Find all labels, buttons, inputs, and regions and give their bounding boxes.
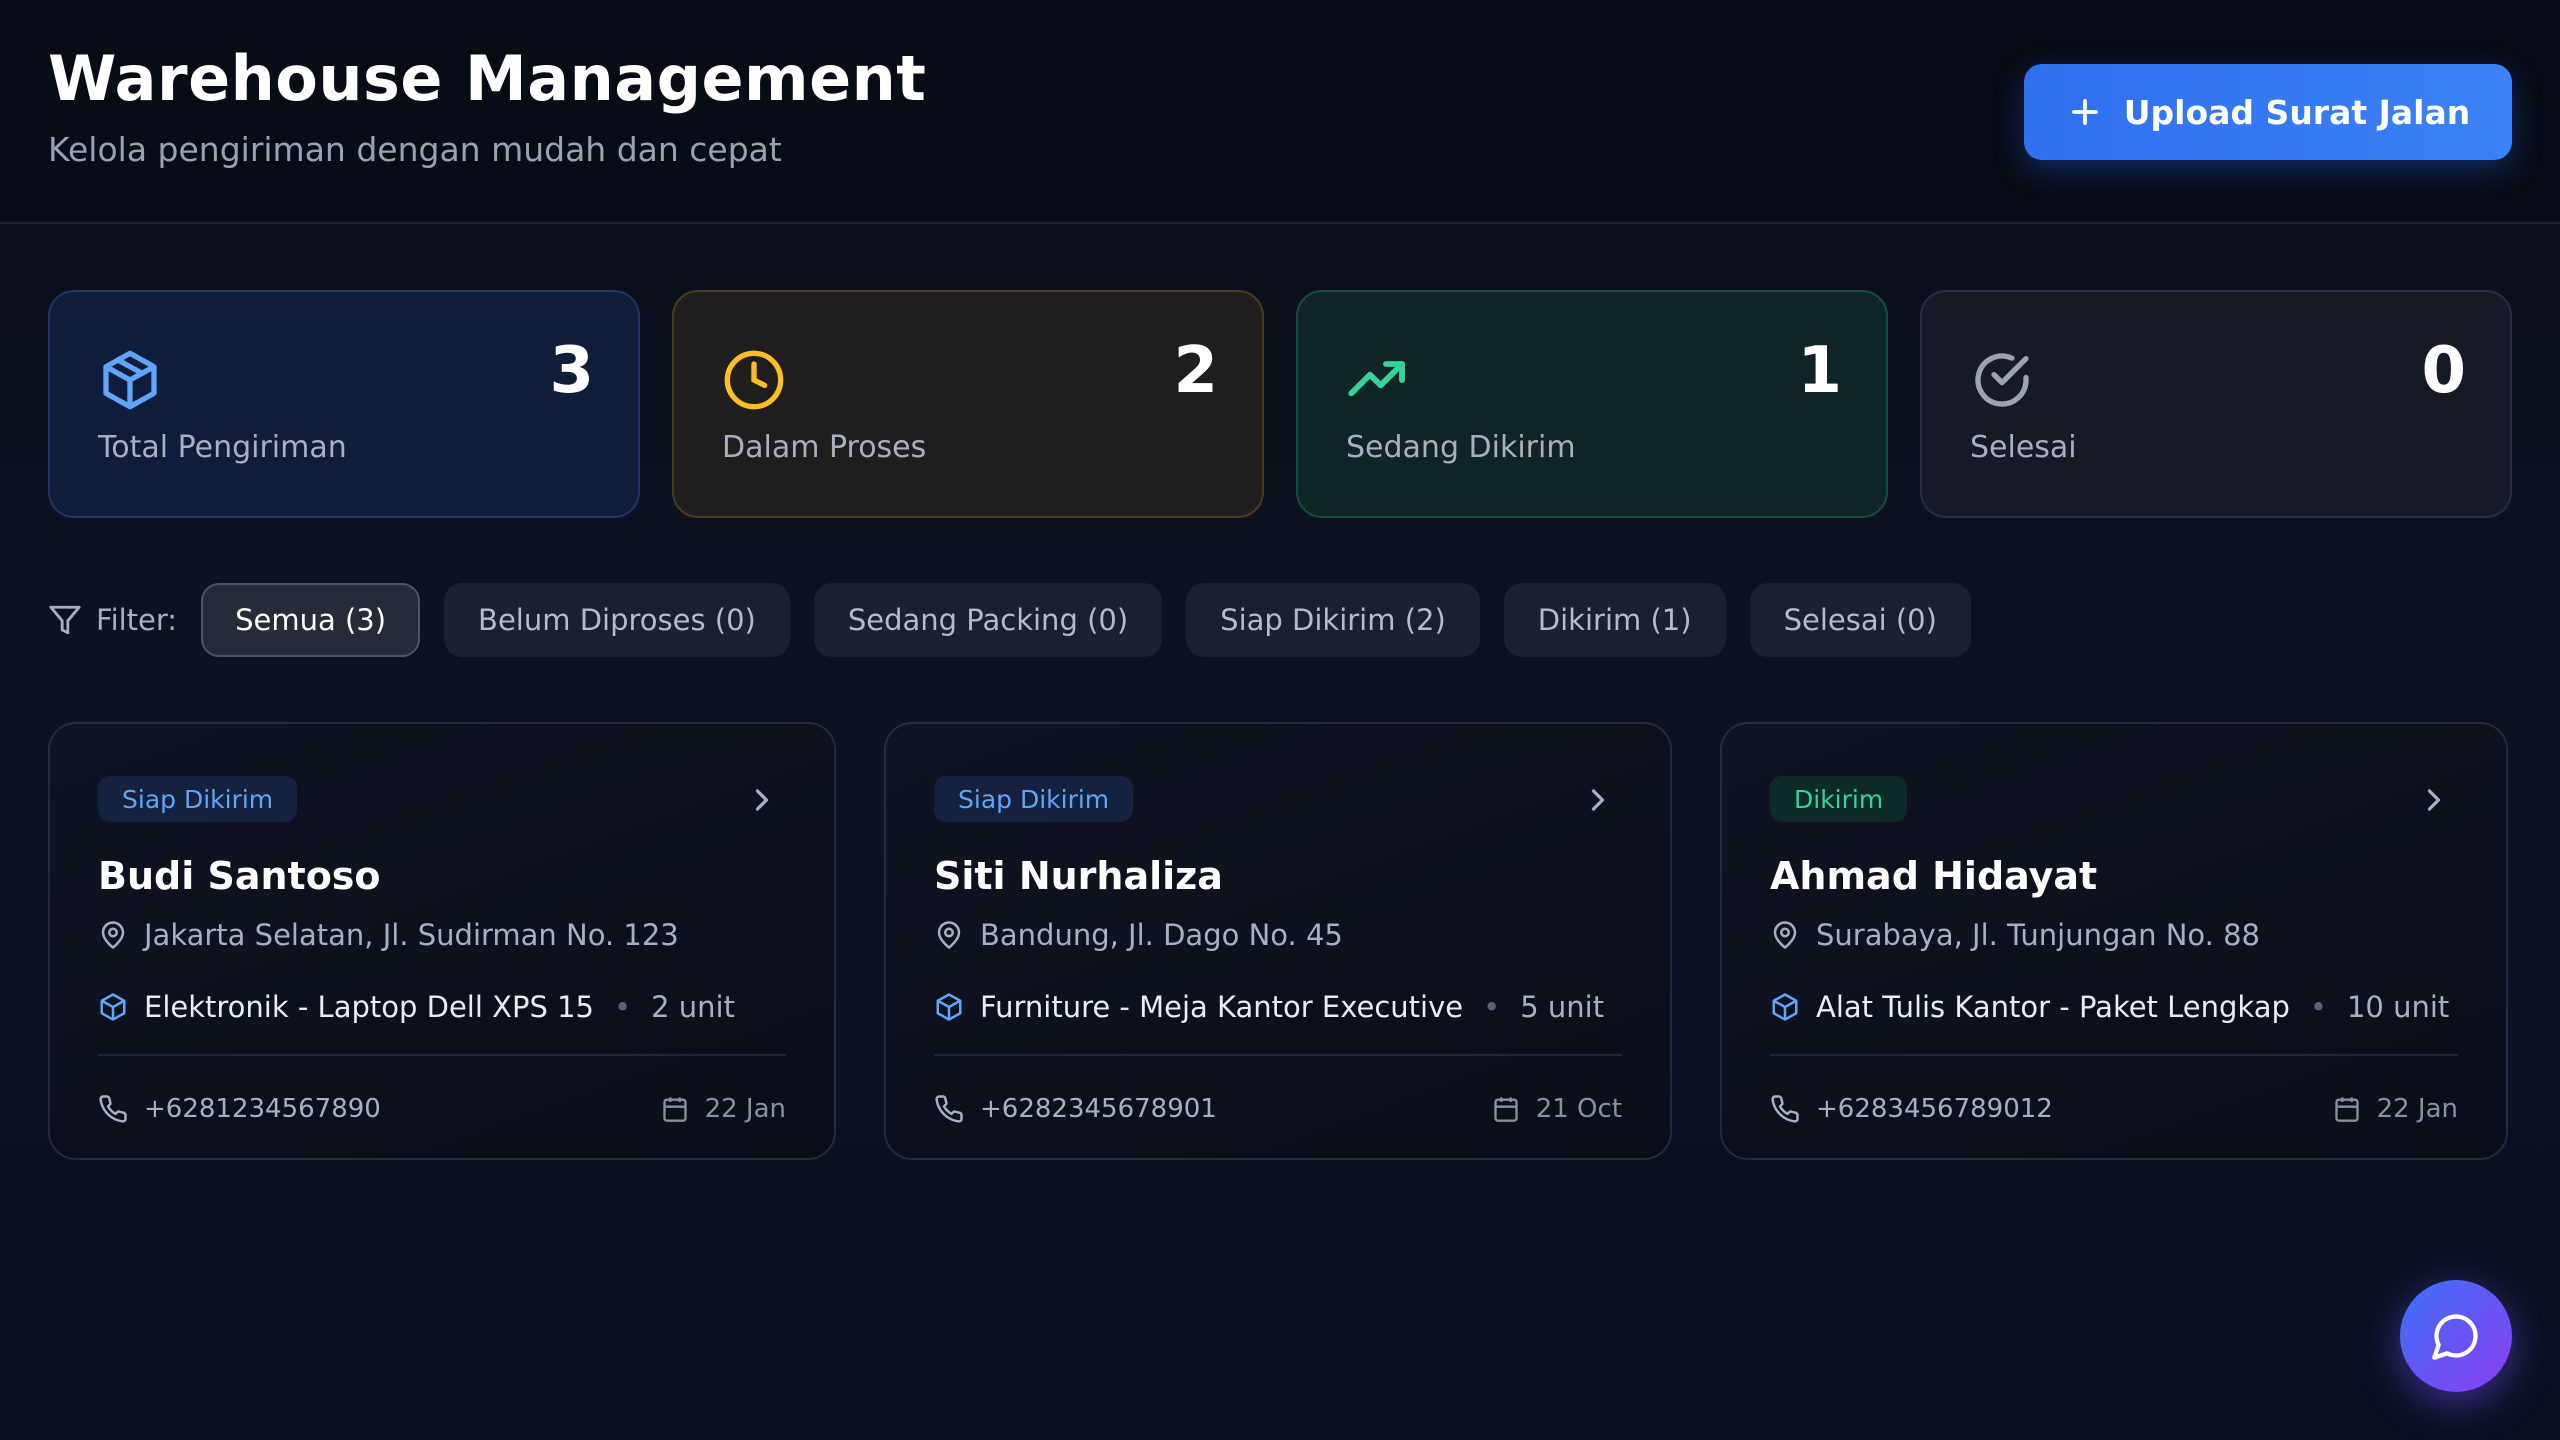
page-header: Warehouse Management Kelola pengiriman d…	[0, 0, 2560, 224]
item-name: Alat Tulis Kantor - Paket Lengkap	[1816, 990, 2290, 1024]
chevron-right-icon[interactable]	[2416, 782, 2452, 818]
stat-value: 2	[1173, 334, 1218, 408]
divider	[934, 1054, 1622, 1056]
address-text: Bandung, Jl. Dago No. 45	[980, 918, 1343, 952]
item-name: Furniture - Meja Kantor Executive	[980, 990, 1464, 1024]
chat-bubble-icon	[2432, 1314, 2478, 1360]
map-pin-icon	[1773, 921, 1797, 950]
filter-bar: Filter: Semua (3) Belum Diproses (0) Sed…	[48, 582, 1995, 658]
date-text: 21 Oct	[1535, 1094, 1622, 1124]
date-text: 22 Jan	[2376, 1094, 2458, 1124]
filter-label: Filter:	[48, 603, 177, 637]
stat-label: Sedang Dikirim	[1346, 430, 1576, 465]
item-name: Elektronik - Laptop Dell XPS 15	[144, 990, 595, 1024]
chat-button[interactable]	[2400, 1280, 2512, 1392]
status-badge: Dikirim	[1770, 776, 1908, 822]
phone-icon	[935, 1095, 963, 1123]
trending-up-icon	[1348, 361, 1405, 397]
package-icon	[103, 350, 157, 410]
filter-chip-selesai[interactable]: Selesai (0)	[1749, 583, 1971, 657]
stat-card-selesai: 0 Selesai	[1920, 290, 2512, 518]
chevron-right-icon[interactable]	[744, 782, 780, 818]
package-icon	[1772, 993, 1798, 1021]
shipment-card[interactable]: Siap Dikirim Budi Santoso Jakarta Selata…	[48, 722, 836, 1160]
upload-surat-jalan-button[interactable]: Upload Surat Jalan	[2024, 64, 2512, 160]
item-row: Furniture - Meja Kantor Executive • 5 un…	[934, 990, 1604, 1024]
page-title: Warehouse Management	[48, 42, 927, 115]
filter-chip-siap-dikirim[interactable]: Siap Dikirim (2)	[1186, 583, 1480, 657]
item-qty: 5 unit	[1520, 990, 1605, 1024]
stat-label: Dalam Proses	[722, 430, 927, 465]
filter-chip-dikirim[interactable]: Dikirim (1)	[1503, 583, 1726, 657]
address-row: Bandung, Jl. Dago No. 45	[934, 918, 1343, 952]
clock-icon	[724, 350, 784, 410]
page-subtitle: Kelola pengiriman dengan mudah dan cepat	[48, 130, 782, 169]
separator-dot: •	[2309, 990, 2327, 1024]
phone-row: +6282345678901	[934, 1094, 1217, 1124]
map-pin-icon	[101, 921, 125, 950]
shipment-card[interactable]: Dikirim Ahmad Hidayat Surabaya, Jl. Tunj…	[1720, 722, 2508, 1160]
phone-icon	[99, 1095, 127, 1123]
separator-dot: •	[1483, 990, 1501, 1024]
stat-label: Total Pengiriman	[98, 430, 347, 465]
stat-value: 0	[2421, 334, 2466, 408]
stat-card-dikirim: 1 Sedang Dikirim	[1296, 290, 1888, 518]
calendar-icon	[2334, 1097, 2359, 1122]
stat-value: 3	[549, 334, 594, 408]
phone-number: +6283456789012	[1816, 1094, 2053, 1124]
customer-name: Siti Nurhaliza	[934, 854, 1223, 898]
filter-chip-belum-diproses[interactable]: Belum Diproses (0)	[444, 583, 790, 657]
item-qty: 10 unit	[2346, 990, 2450, 1024]
status-badge: Siap Dikirim	[98, 776, 298, 822]
stat-card-total: 3 Total Pengiriman	[48, 290, 640, 518]
stat-card-proses: 2 Dalam Proses	[672, 290, 1264, 518]
filter-label-text: Filter:	[96, 603, 178, 637]
date-row: 21 Oct	[1492, 1094, 1622, 1124]
address-text: Surabaya, Jl. Tunjungan No. 88	[1816, 918, 2261, 952]
package-icon	[936, 993, 962, 1021]
address-row: Surabaya, Jl. Tunjungan No. 88	[1770, 918, 2260, 952]
upload-button-label: Upload Surat Jalan	[2123, 92, 2471, 132]
filter-chip-semua[interactable]: Semua (3)	[201, 583, 421, 657]
chevron-right-icon[interactable]	[1580, 782, 1616, 818]
check-circle-icon	[1975, 353, 2029, 407]
address-text: Jakarta Selatan, Jl. Sudirman No. 123	[144, 918, 679, 952]
stat-label: Selesai	[1970, 430, 2077, 465]
filter-icon	[49, 605, 81, 635]
status-badge: Siap Dikirim	[934, 776, 1134, 822]
customer-name: Ahmad Hidayat	[1770, 854, 2098, 898]
phone-number: +6282345678901	[980, 1094, 1217, 1124]
phone-icon	[1771, 1095, 1799, 1123]
package-icon	[100, 993, 126, 1021]
map-pin-icon	[937, 921, 961, 950]
address-row: Jakarta Selatan, Jl. Sudirman No. 123	[98, 918, 679, 952]
phone-number: +6281234567890	[144, 1094, 381, 1124]
customer-name: Budi Santoso	[98, 854, 381, 898]
divider	[1770, 1054, 2458, 1056]
date-row: 22 Jan	[661, 1094, 786, 1124]
item-qty: 2 unit	[651, 990, 735, 1024]
date-text: 22 Jan	[704, 1094, 786, 1124]
item-row: Alat Tulis Kantor - Paket Lengkap • 10 u…	[1770, 990, 2449, 1024]
stat-value: 1	[1797, 334, 1842, 408]
phone-row: +6283456789012	[1770, 1094, 2053, 1124]
divider	[98, 1054, 786, 1056]
calendar-icon	[1494, 1097, 1518, 1122]
separator-dot: •	[614, 990, 632, 1024]
phone-row: +6281234567890	[98, 1094, 381, 1124]
filter-chip-sedang-packing[interactable]: Sedang Packing (0)	[813, 583, 1163, 657]
date-row: 22 Jan	[2333, 1094, 2458, 1124]
shipment-card[interactable]: Siap Dikirim Siti Nurhaliza Bandung, Jl.…	[884, 722, 1672, 1160]
calendar-icon	[662, 1097, 687, 1122]
plus-icon	[2071, 99, 2098, 125]
item-row: Elektronik - Laptop Dell XPS 15 • 2 unit	[98, 990, 735, 1024]
